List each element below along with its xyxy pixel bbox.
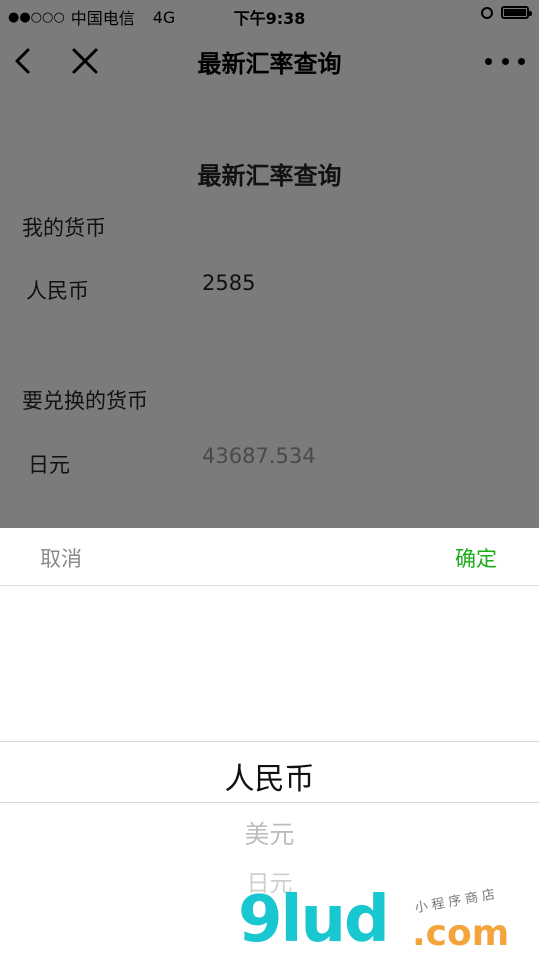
target-currency-label: 要兑换的货币 (22, 389, 148, 413)
picker-option-selected[interactable]: 人民币 (0, 754, 539, 798)
target-currency-amount: 43687.534 (202, 444, 316, 468)
alarm-icon (481, 6, 493, 19)
picker-option[interactable]: 美元 (0, 815, 539, 851)
status-bar: ●●○○○ 中国电信 4G 下午9:38 (0, 0, 539, 30)
my-currency-amount-input[interactable]: 2585 (202, 271, 255, 295)
my-currency-name[interactable]: 人民币 (26, 275, 89, 305)
battery-icon (501, 6, 532, 19)
cancel-button[interactable]: 取消 (40, 543, 82, 573)
watermark-tagline: 小程序商店 (413, 886, 501, 917)
more-button[interactable] (485, 50, 525, 72)
picker-header: 取消 确定 (0, 528, 539, 586)
navigation-bar: 最新汇率查询 (0, 30, 539, 92)
my-currency-label: 我的货币 (22, 216, 106, 240)
page-title: 最新汇率查询 (197, 162, 342, 190)
picker-selection-bottom-line (0, 802, 539, 803)
watermark-logo: 9lud .com 小程序商店 (238, 883, 538, 958)
status-time: 下午9:38 (233, 9, 306, 28)
page-content: 最新汇率查询 我的货币 人民币 2585 要兑换的货币 日元 43687.534 (0, 92, 539, 528)
more-horizontal-icon (485, 57, 492, 65)
status-right (481, 6, 532, 19)
watermark-brand: 9lud (238, 883, 390, 957)
watermark-domain: .com (412, 913, 510, 954)
target-currency-name[interactable]: 日元 (28, 449, 70, 479)
confirm-button[interactable]: 确定 (455, 543, 497, 573)
nav-title: 最新汇率查询 (197, 50, 342, 78)
picker-selection-top-line (0, 741, 539, 742)
